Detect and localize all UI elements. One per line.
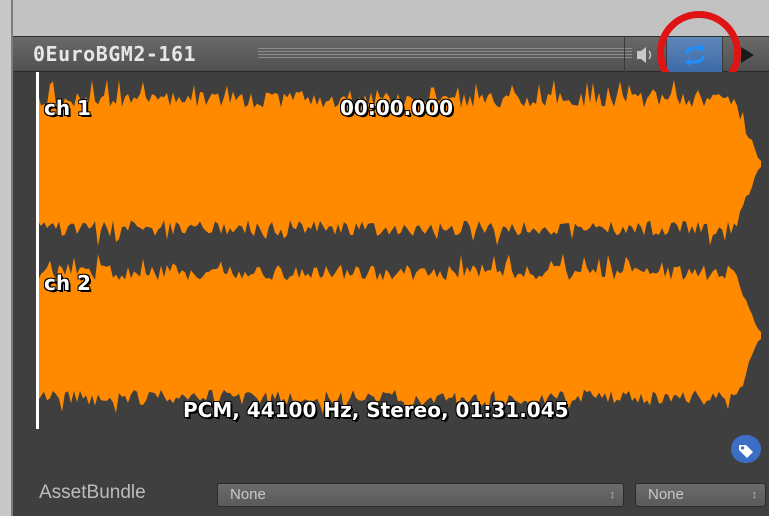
channel-2-waveform [38,253,761,415]
clip-title: 0EuroBGM2-161 [33,42,197,66]
label-tag-button[interactable] [731,435,761,463]
dropdown-arrows-icon: ↕ [751,489,758,501]
current-time: 00:00.000 [340,96,454,120]
dropdown-arrows-icon: ↕ [609,489,616,501]
tag-icon [739,445,753,458]
channel-2-label: ch 2 [44,271,91,295]
inspector-background [13,0,769,36]
clip-info: PCM, 44100 Hz, Stereo, 01:31.045 [183,398,569,422]
playhead[interactable] [36,72,39,429]
assetbundle-variant-value: None [648,486,684,503]
waveform-preview[interactable]: ch 1 00:00.000 ch 2 PCM, 44100 Hz, Stere… [13,72,769,429]
resize-grip[interactable] [258,48,632,60]
channel-1-label: ch 1 [44,96,91,120]
assetbundle-variant-dropdown[interactable]: None ↕ [635,483,766,507]
left-margin [0,0,11,516]
assetbundle-label: AssetBundle [39,482,146,503]
assetbundle-name-dropdown[interactable]: None ↕ [217,483,624,507]
asset-footer: AssetBundle None ↕ None ↕ [13,429,769,516]
assetbundle-name-value: None [230,486,266,503]
waveform [38,79,761,415]
preview-header: 0EuroBGM2-161 [13,36,769,72]
